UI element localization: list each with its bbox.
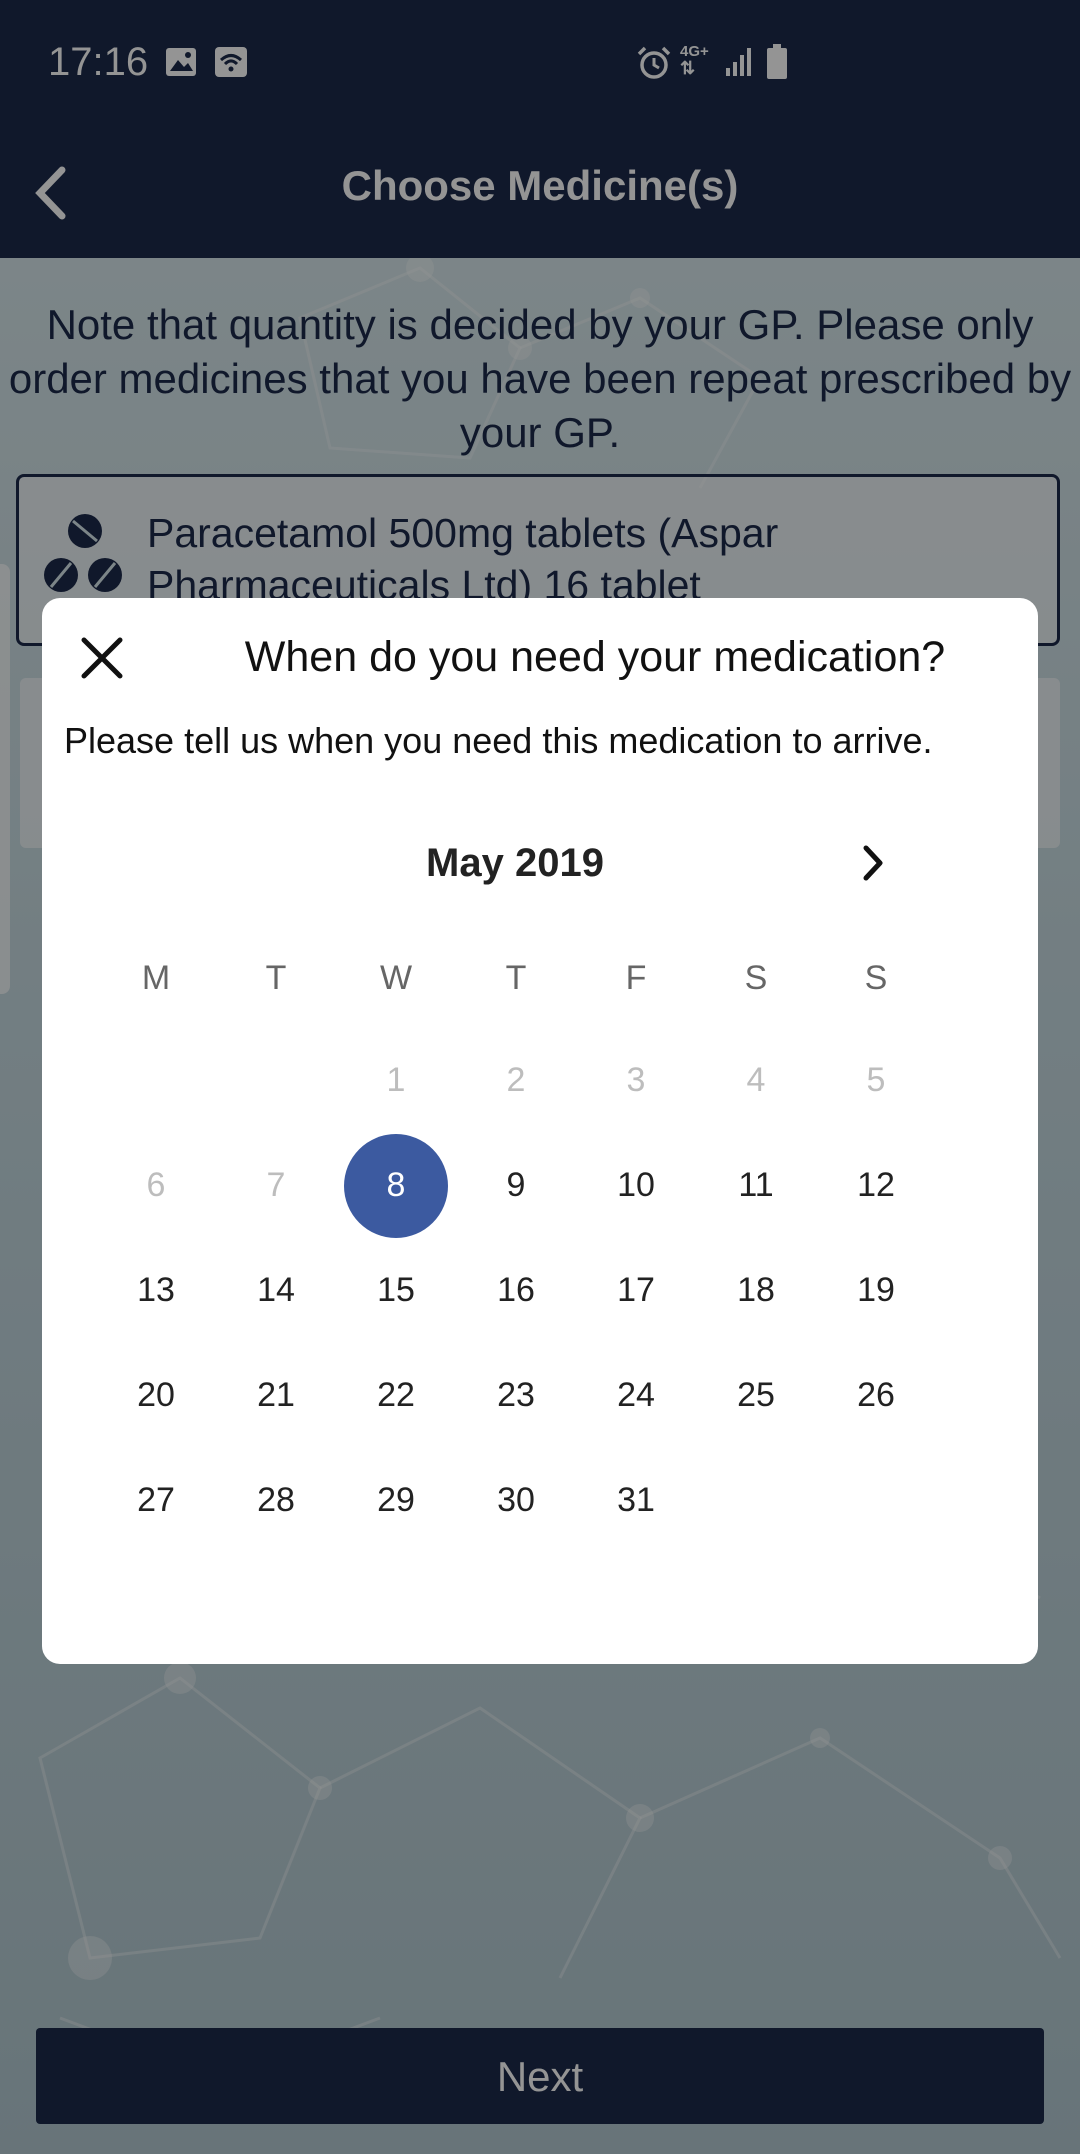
calendar-week-row: 6 7 8 9 10 11 12: [96, 1133, 936, 1238]
calendar-day-label: 5: [866, 1061, 886, 1099]
calendar-day-label: 11: [738, 1166, 774, 1204]
calendar-day[interactable]: 22: [336, 1343, 456, 1448]
calendar-day[interactable]: 14: [216, 1238, 336, 1343]
close-icon: [81, 637, 123, 679]
calendar-day[interactable]: 12: [816, 1133, 936, 1238]
calendar-day[interactable]: 20: [96, 1343, 216, 1448]
calendar-day[interactable]: 10: [576, 1133, 696, 1238]
calendar-day: 5: [816, 1028, 936, 1133]
calendar-week-row: 20 21 22 23 24 25 26: [96, 1343, 936, 1448]
calendar-day-label: 7: [266, 1166, 286, 1204]
calendar-day-label: 29: [377, 1481, 415, 1519]
calendar-day[interactable]: 28: [216, 1448, 336, 1553]
calendar-day[interactable]: 31: [576, 1448, 696, 1553]
weekday-header-row: MTWTFSS: [96, 928, 936, 1028]
calendar-day-label: 13: [137, 1271, 175, 1309]
calendar-day[interactable]: 18: [696, 1238, 816, 1343]
delivery-date-dialog: When do you need your medication? Please…: [42, 598, 1038, 1664]
calendar-day-label: 10: [617, 1166, 655, 1204]
next-month-button[interactable]: [836, 828, 908, 898]
calendar-day-label: 12: [857, 1166, 895, 1204]
calendar-day-label: 8: [344, 1133, 448, 1238]
calendar-day-label: 21: [257, 1376, 295, 1414]
calendar-day-label: 4: [746, 1061, 766, 1099]
calendar-day[interactable]: 21: [216, 1343, 336, 1448]
calendar-day-label: 16: [497, 1271, 535, 1309]
calendar-day-label: 2: [506, 1061, 526, 1099]
weekday-label: M: [141, 958, 171, 997]
weekday-label: S: [744, 958, 768, 997]
calendar-day-label: 1: [386, 1061, 406, 1099]
calendar-day-label: 30: [497, 1481, 535, 1519]
calendar-day-label: 23: [497, 1376, 535, 1414]
calendar-header: May 2019: [42, 828, 1038, 898]
calendar-empty-cell: [96, 1028, 216, 1133]
calendar-day: 4: [696, 1028, 816, 1133]
calendar-day: 2: [456, 1028, 576, 1133]
calendar-day-label: 28: [257, 1481, 295, 1519]
weekday-label: T: [505, 958, 527, 997]
calendar-day[interactable]: 29: [336, 1448, 456, 1553]
calendar-day[interactable]: 17: [576, 1238, 696, 1343]
calendar-week-row: 13 14 15 16 17 18 19: [96, 1238, 936, 1343]
calendar-day[interactable]: 25: [696, 1343, 816, 1448]
calendar-day[interactable]: 24: [576, 1343, 696, 1448]
calendar-day: 3: [576, 1028, 696, 1133]
calendar-day[interactable]: 30: [456, 1448, 576, 1553]
calendar-day-label: 27: [137, 1481, 175, 1519]
calendar-day: 7: [216, 1133, 336, 1238]
calendar-day-label: 31: [617, 1481, 655, 1519]
calendar-day-label: 24: [617, 1376, 655, 1414]
calendar-day[interactable]: 15: [336, 1238, 456, 1343]
weekday-label: T: [265, 958, 287, 997]
weekday-label: W: [379, 958, 413, 997]
calendar-day-label: 17: [617, 1271, 655, 1309]
weekday-label: F: [625, 958, 647, 997]
calendar-day[interactable]: 16: [456, 1238, 576, 1343]
calendar-day-label: 15: [377, 1271, 415, 1309]
calendar-week-row: 1 2 3 4 5: [96, 1028, 936, 1133]
calendar-day-label: 26: [857, 1376, 895, 1414]
calendar-day[interactable]: 26: [816, 1343, 936, 1448]
calendar-day-selected[interactable]: 8: [336, 1133, 456, 1238]
calendar-empty-cell: [816, 1448, 936, 1553]
calendar-empty-cell: [216, 1028, 336, 1133]
dialog-description: Please tell us when you need this medica…: [64, 720, 933, 761]
calendar-day-label: 25: [737, 1376, 775, 1414]
calendar-grid: M T W T F S S 1 2 3 4 5 6 7 8 9 10 11 12 13 14 15 16 17 18 19 20 21…: [96, 928, 936, 1553]
calendar-day-label: 18: [737, 1271, 775, 1309]
close-button[interactable]: [62, 618, 142, 698]
calendar-day[interactable]: 11: [696, 1133, 816, 1238]
calendar-day-label: 19: [857, 1271, 895, 1309]
calendar-empty-cell: [696, 1448, 816, 1553]
calendar-day[interactable]: 27: [96, 1448, 216, 1553]
calendar-day-label: 3: [626, 1061, 646, 1099]
calendar-day: 1: [336, 1028, 456, 1133]
calendar-day-label: 22: [377, 1376, 415, 1414]
calendar-day-label: 9: [506, 1166, 526, 1204]
calendar-day: 6: [96, 1133, 216, 1238]
calendar-day-label: 14: [257, 1271, 295, 1309]
weekday-label: S: [864, 958, 888, 997]
calendar-day[interactable]: 9: [456, 1133, 576, 1238]
calendar-day-label: 20: [137, 1376, 175, 1414]
calendar-day[interactable]: 19: [816, 1238, 936, 1343]
dialog-title: When do you need your medication?: [244, 633, 946, 681]
calendar-day-label: 6: [146, 1166, 166, 1204]
calendar-day[interactable]: 13: [96, 1238, 216, 1343]
chevron-right-icon: [863, 845, 883, 881]
calendar-day[interactable]: 23: [456, 1343, 576, 1448]
calendar-week-row: 27 28 29 30 31: [96, 1448, 936, 1553]
